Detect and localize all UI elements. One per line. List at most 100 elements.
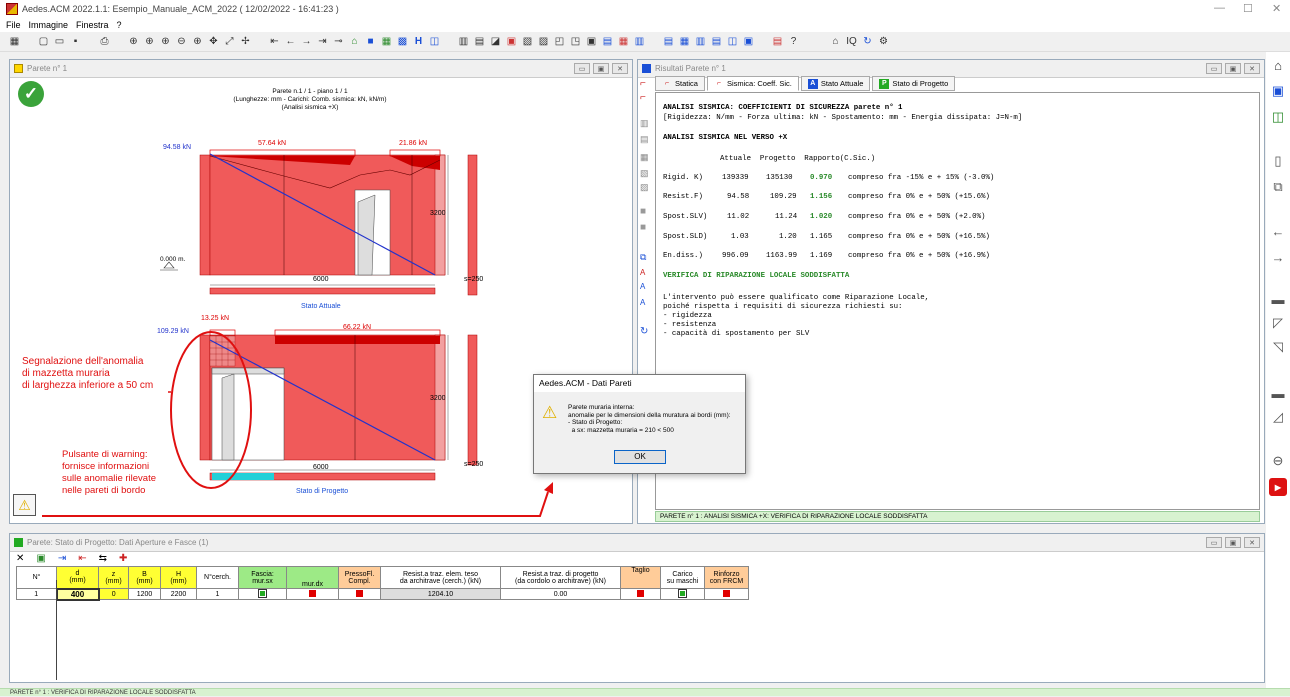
side-tool2-icon[interactable]: ▤ [640,134,649,145]
side-tool1-icon[interactable]: ▥ [640,118,649,129]
wall-icon[interactable]: ■ [364,35,377,48]
results-restore-button[interactable]: ▣ [1225,63,1241,74]
back-arrow-icon[interactable]: ← [1269,222,1287,240]
checkbox-unchecked[interactable] [309,590,316,598]
side-tool4-icon[interactable]: ▧ [640,168,649,179]
seismic-icon[interactable]: ⌐ [640,92,646,103]
tool16-icon[interactable]: ▤ [710,35,723,48]
document-sidebar-icon[interactable]: ▯ [1269,152,1287,170]
zoom-window-icon[interactable]: ⊕ [143,35,156,48]
menu-finestra[interactable]: Finestra [76,20,109,30]
cell-carico[interactable] [660,588,705,600]
cell-pressofl[interactable] [338,588,381,600]
menu-file[interactable]: File [6,20,21,30]
checkbox-unchecked[interactable] [637,590,644,598]
shape1-sidebar-icon[interactable]: ◸ [1269,314,1287,332]
tab-sismica[interactable]: ⌐ Sismica: Coeff. Sic. [706,76,799,91]
side-tool5-icon[interactable]: ▨ [640,182,649,193]
tool13-icon[interactable]: ▤ [662,35,675,48]
refresh-results-icon[interactable]: ↻ [640,326,648,337]
cell-fascia-sx[interactable] [238,588,287,600]
pan-icon[interactable]: ✥ [207,35,220,48]
cell-b[interactable]: 1200 [128,588,161,600]
warning-button[interactable]: ⚠ [13,494,36,516]
tool8-icon[interactable]: ◳ [569,35,582,48]
copy-icon[interactable]: ⧉ [640,252,646,263]
last-icon[interactable]: ⇥ [316,35,329,48]
shape3-sidebar-icon[interactable]: ◿ [1269,408,1287,426]
maximize-button[interactable]: ☐ [1243,2,1253,15]
tool2-icon[interactable]: ▤ [473,35,486,48]
tool15-icon[interactable]: ▥ [694,35,707,48]
home-icon[interactable]: ⌂ [348,35,361,48]
cell-d[interactable]: 400 [55,587,100,601]
cell-h[interactable]: 2200 [160,588,197,600]
frame-sidebar-icon[interactable]: ◫ [1269,108,1287,126]
font-up-icon[interactable]: A [640,268,645,277]
results-minimize-button[interactable]: ▭ [1206,63,1222,74]
openings-restore-button[interactable]: ▣ [1225,537,1241,548]
tool9-icon[interactable]: ▣ [585,35,598,48]
tool11-icon[interactable]: ▦ [617,35,630,48]
block2-sidebar-icon[interactable]: ▬ [1269,384,1287,402]
wall-restore-button[interactable]: ▣ [593,63,609,74]
help-icon[interactable]: ? [787,35,800,48]
tool17-icon[interactable]: ◫ [726,35,739,48]
zoom-in-icon[interactable]: ⊕ [127,35,140,48]
tab-statica[interactable]: ⌐ Statica [655,76,705,91]
zoom-all-icon[interactable]: ⊕ [159,35,172,48]
refresh-icon[interactable]: ↻ [861,35,874,48]
link-icon[interactable]: ⊸ [332,35,345,48]
wall-close-button[interactable]: ✕ [612,63,628,74]
move-icon[interactable]: ✢ [239,35,252,48]
tool1-icon[interactable]: ▥ [457,35,470,48]
tool5-icon[interactable]: ▧ [521,35,534,48]
ok-button[interactable]: OK [614,450,666,464]
cell-rinforzo[interactable] [704,588,749,600]
open-file-icon[interactable]: ▭ [53,35,66,48]
checkbox-unchecked[interactable] [356,590,363,598]
save-icon[interactable]: ▪ [69,35,82,48]
tool3-icon[interactable]: ◪ [489,35,502,48]
wall-minimize-button[interactable]: ▭ [574,63,590,74]
cell-ncerch[interactable]: 1 [196,588,239,600]
side-tool6-icon[interactable]: ■ [640,206,646,217]
wall-sidebar-icon[interactable]: ▣ [1269,82,1287,100]
youtube-icon[interactable]: ▶ [1269,478,1287,496]
lock-icon[interactable]: ⌂ [829,35,842,48]
print-icon[interactable]: ⎙ [98,35,111,48]
iq-icon[interactable]: IQ [845,35,858,48]
tool10-icon[interactable]: ▤ [601,35,614,48]
menu-help[interactable]: ? [117,20,122,30]
static-icon[interactable]: ⌐ [640,78,646,89]
font-style-icon[interactable]: A [640,298,645,307]
insert-col-icon[interactable]: ⇤ [78,553,86,564]
cell-n[interactable]: 1 [16,588,57,600]
minimize-button[interactable]: — [1214,2,1225,14]
openings-minimize-button[interactable]: ▭ [1206,537,1222,548]
menu-immagine[interactable]: Immagine [29,20,69,30]
swap-icon[interactable]: ⇆ [99,553,107,564]
font-down-icon[interactable]: A [640,282,645,291]
next-icon[interactable]: → [300,35,313,48]
grid-icon[interactable]: ▦ [380,35,393,48]
zoom-prev-icon[interactable]: ⊕ [191,35,204,48]
first-icon[interactable]: ⇤ [268,35,281,48]
prev-icon[interactable]: ← [284,35,297,48]
cell-taglio[interactable] [620,588,661,600]
fit-icon[interactable]: ⤢ [223,35,236,48]
zoom-out-icon[interactable]: ⊖ [175,35,188,48]
tool6-icon[interactable]: ▨ [537,35,550,48]
copy-sidebar-icon[interactable]: ⧉ [1269,178,1287,196]
tab-stato-attuale[interactable]: A Stato Attuale [800,76,871,91]
side-tool3-icon[interactable]: ▦ [640,152,649,163]
checkbox-checked[interactable] [258,589,267,599]
print-setup-icon[interactable]: ▦ [8,35,21,48]
cell-z[interactable]: 0 [98,588,129,600]
tool7-icon[interactable]: ◰ [553,35,566,48]
checkbox-checked[interactable] [678,589,687,599]
new-file-icon[interactable]: ▢ [37,35,50,48]
h-icon[interactable]: H [412,35,425,48]
settings-icon[interactable]: ⚙ [877,35,890,48]
forward-arrow-icon[interactable]: → [1269,248,1287,266]
